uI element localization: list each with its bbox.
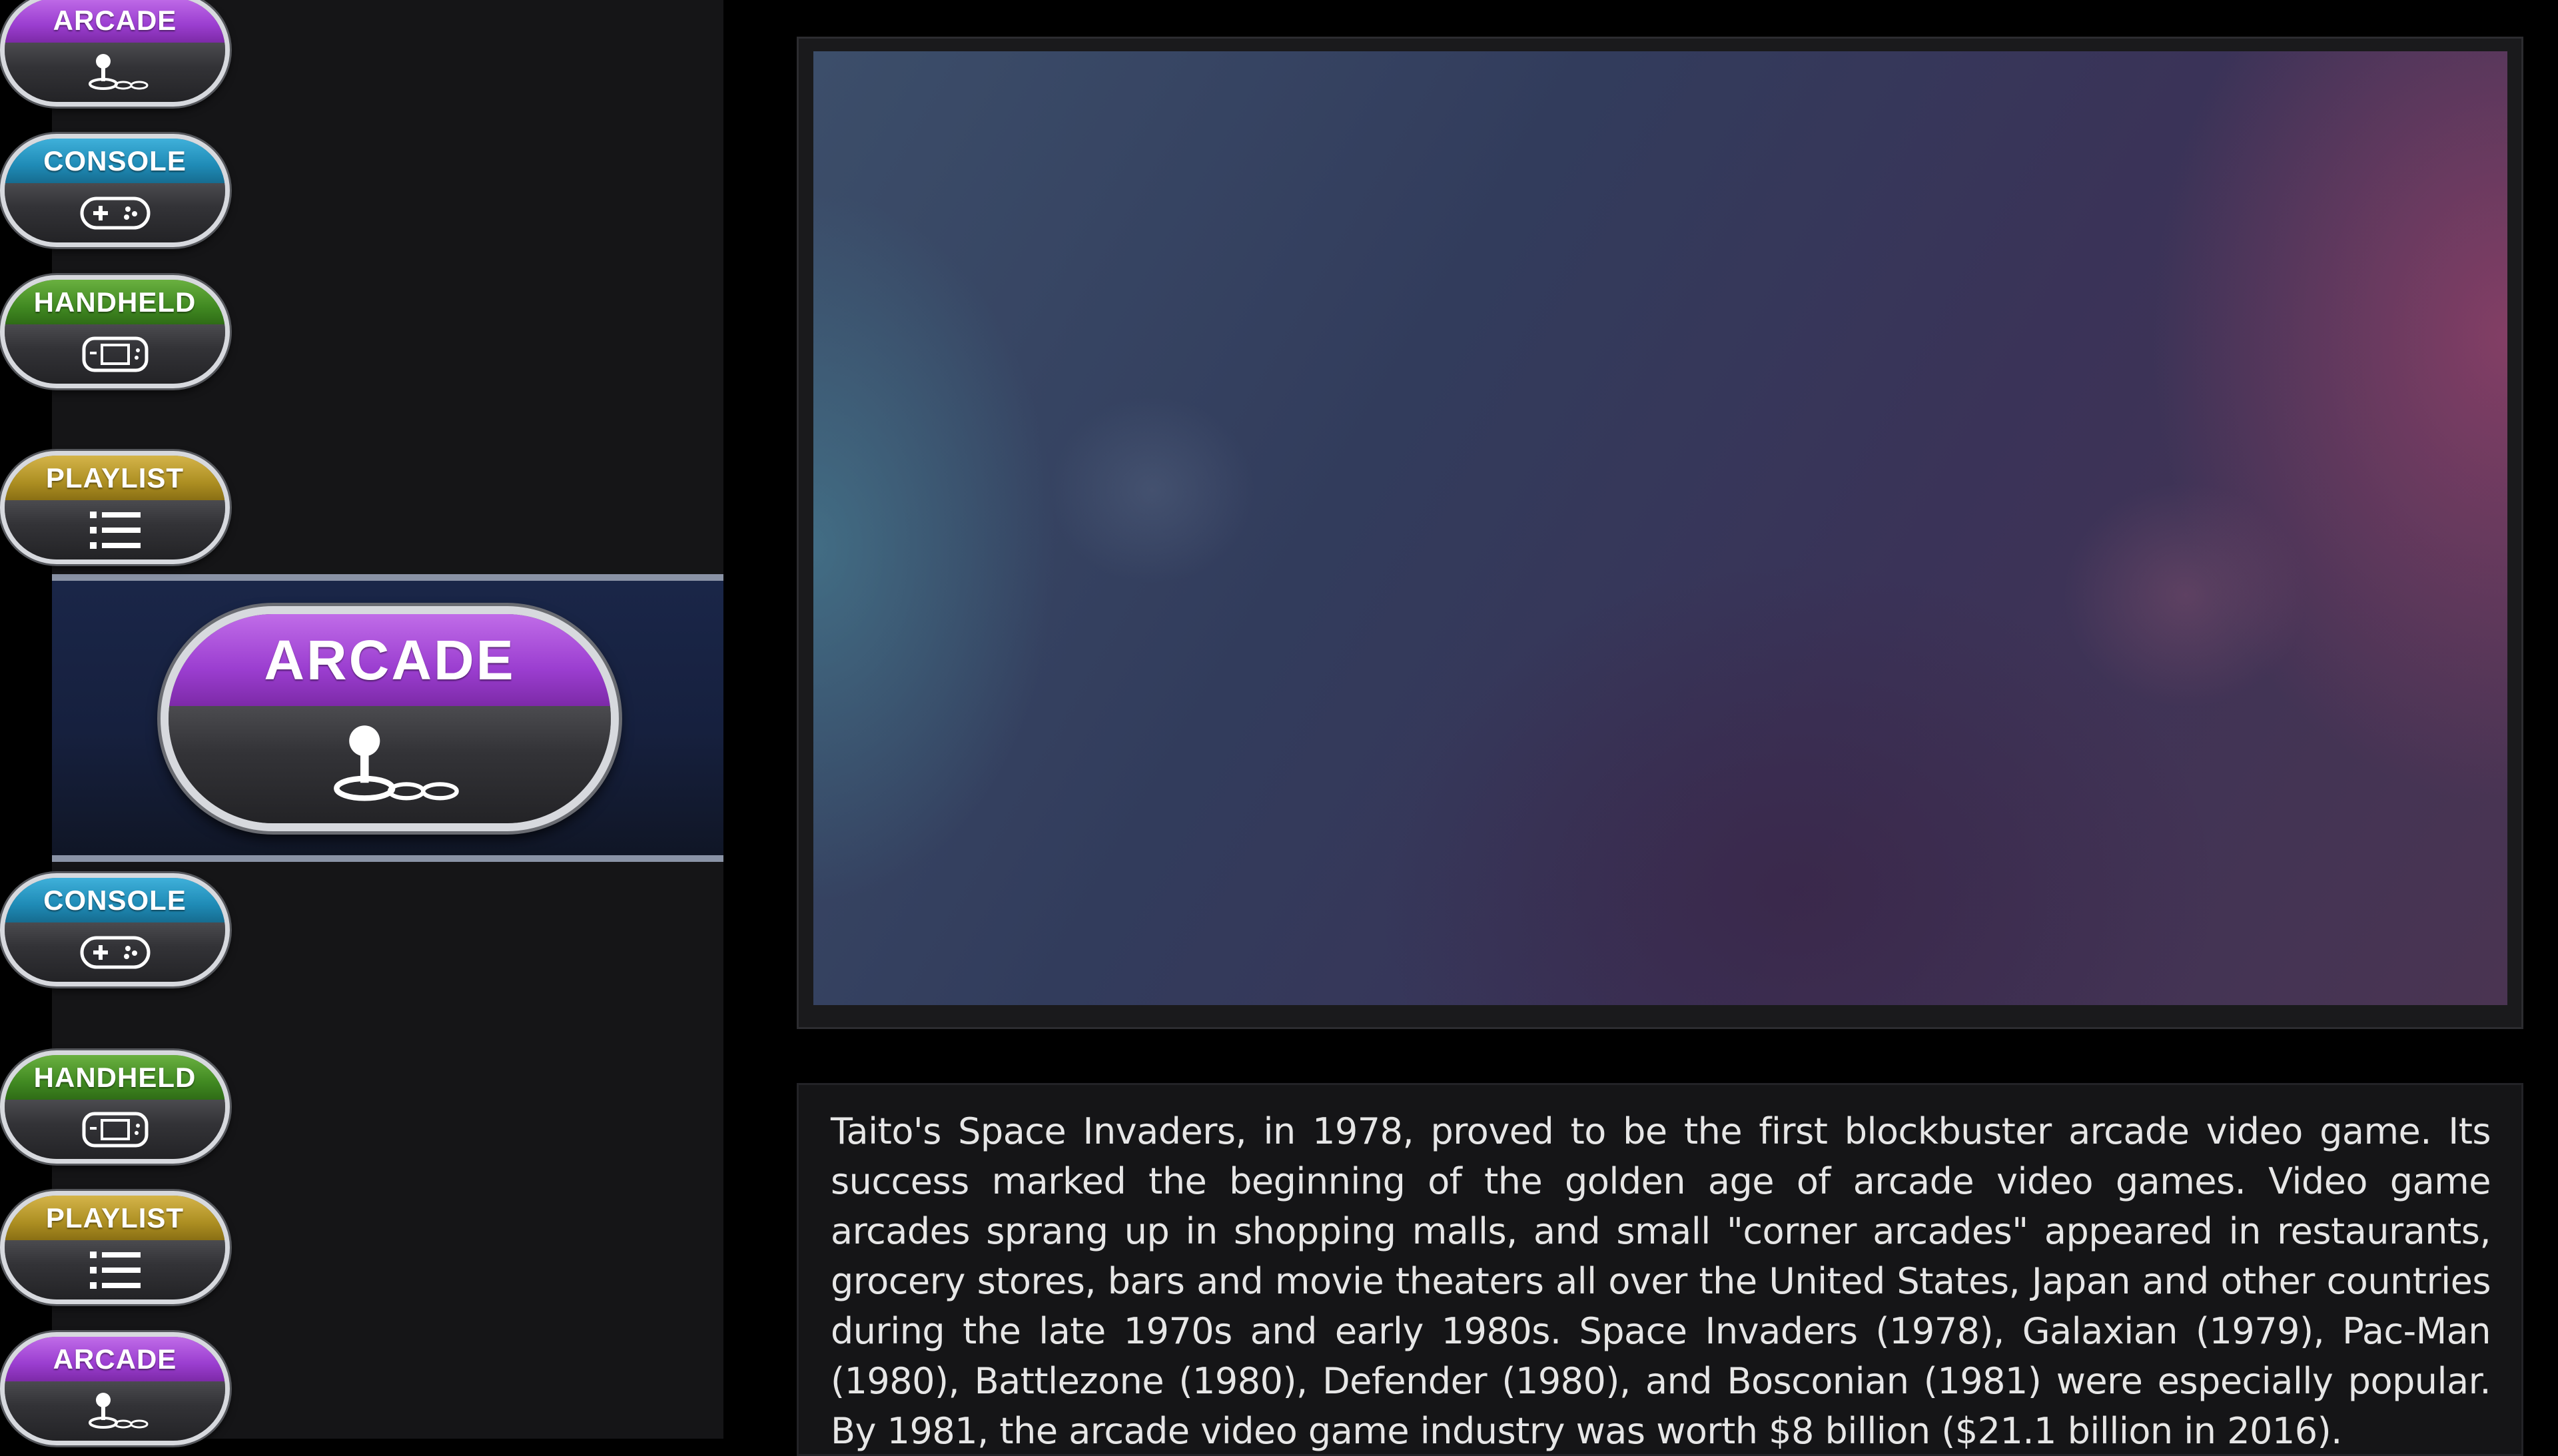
wheel-item-label: PLAYLIST [5,456,225,501]
description-text: Taito's Space Invaders, in 1978, proved … [831,1110,2491,1452]
wheel-item-label: ARCADE [5,1337,225,1382]
video-preview[interactable] [813,51,2507,1005]
wheel-item-arcade[interactable]: ARCADE [0,0,230,107]
gamepad-icon [79,932,152,972]
wheel-item-playlist[interactable]: PLAYLIST [0,451,230,564]
wheel-item-label: ARCADE [169,614,611,707]
joystick-icon [320,721,460,808]
wheel-item-arcade-selected[interactable]: ARCADE [161,606,619,831]
joystick-icon [82,1391,149,1432]
wheel-item-playlist[interactable]: PLAYLIST [0,1191,230,1304]
wheel-item-handheld[interactable]: HANDHELD [0,1050,230,1164]
list-icon [89,1249,142,1291]
wheel-item-arcade[interactable]: ARCADE [0,1332,230,1445]
wheel-item-label: CONSOLE [5,139,225,184]
handheld-icon [81,1110,150,1150]
wheel-item-console[interactable]: CONSOLE [0,873,230,986]
list-icon [89,509,142,551]
wheel-item-label: CONSOLE [5,878,225,923]
wheel-item-label: HANDHELD [5,1055,225,1100]
description-panel: Taito's Space Invaders, in 1978, proved … [797,1083,2523,1456]
video-preview-frame [797,37,2523,1029]
handheld-icon [81,334,150,374]
wheel-item-console[interactable]: CONSOLE [0,134,230,247]
joystick-icon [82,52,149,93]
wheel-item-label: HANDHELD [5,280,225,325]
wheel-item-handheld[interactable]: HANDHELD [0,275,230,388]
wheel-item-label: PLAYLIST [5,1196,225,1241]
gamepad-icon [79,193,152,233]
wheel-item-label: ARCADE [5,0,225,43]
